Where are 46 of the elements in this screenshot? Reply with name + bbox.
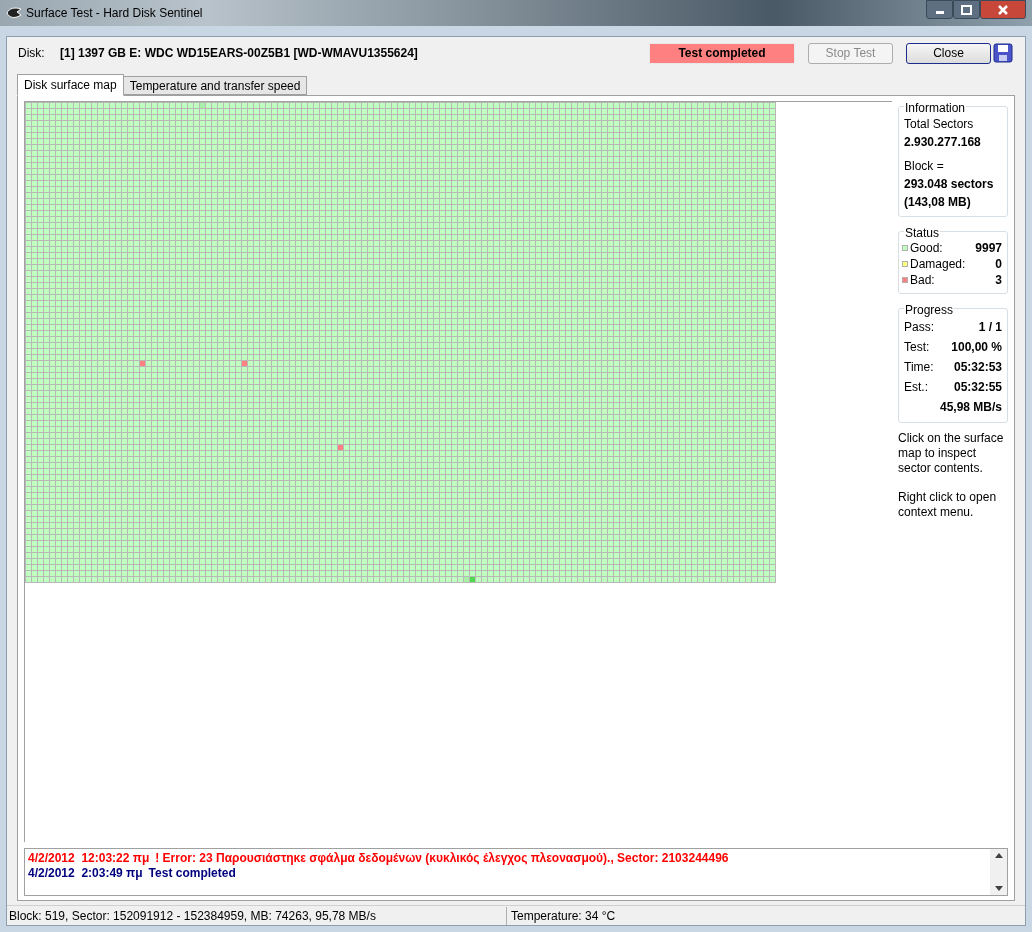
progress-label: Pass: bbox=[904, 319, 934, 336]
log-scrollbar[interactable] bbox=[990, 849, 1007, 895]
status-count: 0 bbox=[995, 256, 1002, 273]
close-button[interactable] bbox=[980, 0, 1026, 19]
close-icon bbox=[997, 4, 1009, 15]
progress-label: Est.: bbox=[904, 379, 928, 396]
scroll-up-icon[interactable] bbox=[994, 853, 1003, 858]
log-message: ! Error: 23 Παρουσιάστηκε σφάλμα δεδομένων (κυκλικός έλεγχος πλεονασμού)., Sector: 2103244496 bbox=[155, 851, 729, 866]
disk-label: Disk: bbox=[18, 45, 46, 62]
log-time: 4/2/2012 12:03:22 πμ bbox=[28, 851, 150, 866]
status-count: 9997 bbox=[975, 240, 1002, 257]
status-label: Damaged: bbox=[910, 256, 966, 273]
minimize-icon bbox=[935, 11, 944, 14]
close-dialog-button[interactable]: Close bbox=[906, 42, 991, 64]
status-bar-block: Block: 519, Sector: 152091912 - 152384959, MB: 74263, 95,78 MB/s bbox=[7, 906, 507, 925]
log-time: 4/2/2012 2:03:49 πμ bbox=[28, 866, 143, 881]
info-value: (143,08 MB) bbox=[904, 194, 972, 211]
save-icon[interactable] bbox=[993, 43, 1013, 63]
progress-value: 45,98 MB/s bbox=[939, 399, 1002, 416]
progress-value: 100,00 % bbox=[951, 339, 1002, 356]
disk-name: [1] 1397 GB E: WDC WD15EARS-00Z5B1 [WD-WMAVU1355624] bbox=[60, 45, 418, 62]
progress-value: 05:32:55 bbox=[953, 379, 1002, 396]
status-label: Good: bbox=[910, 240, 943, 257]
progress-value: 05:32:53 bbox=[953, 359, 1002, 376]
status-label: Bad: bbox=[910, 272, 935, 289]
maximize-icon bbox=[961, 4, 972, 15]
tab[interactable]: Disk surface map bbox=[17, 74, 124, 96]
info-value: 293.048 sectors bbox=[904, 176, 995, 193]
progress-value: 1 / 1 bbox=[978, 319, 1002, 336]
info-label: Total Sectors bbox=[904, 116, 975, 133]
status-bar-temperature: Temperature: 34 °C bbox=[510, 907, 616, 925]
scroll-down-icon[interactable] bbox=[994, 886, 1003, 891]
test-status: Test completed bbox=[649, 42, 795, 64]
maximize-button[interactable] bbox=[953, 0, 980, 19]
info-value: 2.930.277.168 bbox=[904, 134, 982, 151]
hint-text: Click on the surface map to inspect sector contents. bbox=[898, 431, 1005, 476]
status-count: 3 bbox=[995, 272, 1002, 289]
hint-text: Right click to open context menu. bbox=[898, 490, 998, 520]
minimize-button[interactable] bbox=[926, 0, 953, 19]
progress-label: Time: bbox=[904, 359, 934, 376]
progress-label: Test: bbox=[904, 339, 930, 356]
log-message: Test completed bbox=[148, 866, 236, 881]
info-label: Block = bbox=[904, 158, 945, 175]
tab[interactable]: Temperature and transfer speed bbox=[122, 76, 308, 95]
app-logo-icon bbox=[6, 6, 22, 20]
window-title: Surface Test - Hard Disk Sentinel bbox=[26, 5, 203, 22]
